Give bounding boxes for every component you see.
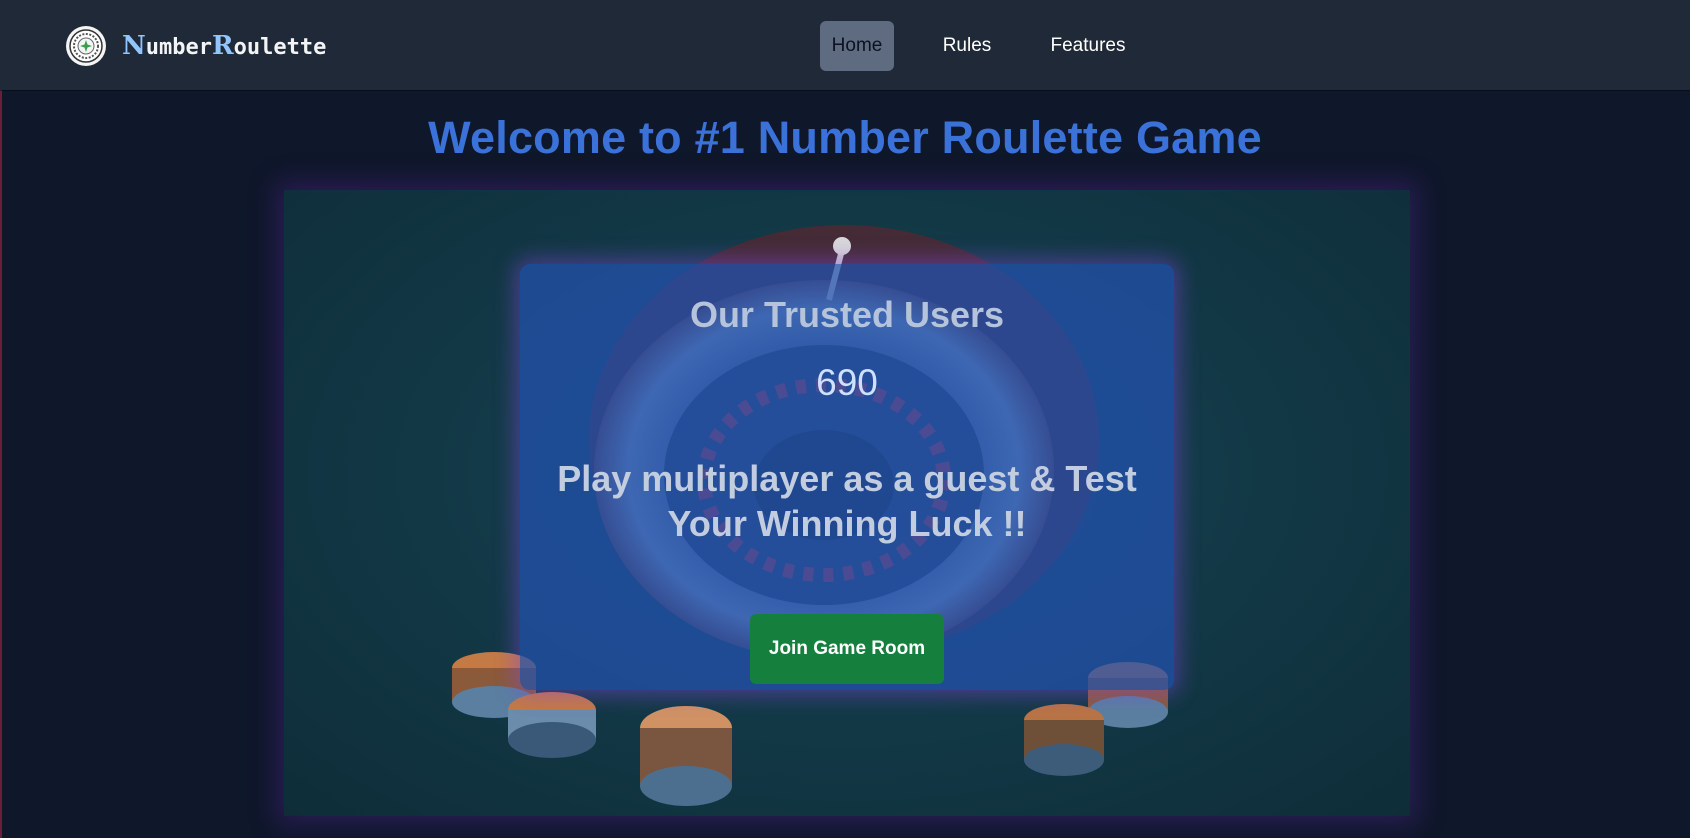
card-title: Our Trusted Users (689, 294, 1005, 335)
hero-section: Our Trusted Users 690 Play multiplayer a… (284, 190, 1410, 816)
nav-home[interactable]: Home (820, 21, 894, 71)
brand-name[interactable]: NumberRoulette (122, 30, 326, 62)
trusted-users-card: Our Trusted Users 690 Play multiplayer a… (520, 264, 1174, 690)
nav-rules[interactable]: Rules (928, 21, 1006, 71)
join-game-room-button[interactable]: Join Game Room (750, 614, 944, 684)
user-count: 690 (816, 362, 878, 403)
top-navbar: NumberRoulette Home Rules Features (0, 0, 1690, 90)
page-title: Welcome to #1 Number Roulette Game (428, 112, 1262, 163)
card-tagline: Play multiplayer as a guest & Test Your … (557, 458, 1137, 544)
nav-features[interactable]: Features (1040, 21, 1136, 71)
roulette-wheel-icon[interactable] (66, 26, 106, 66)
